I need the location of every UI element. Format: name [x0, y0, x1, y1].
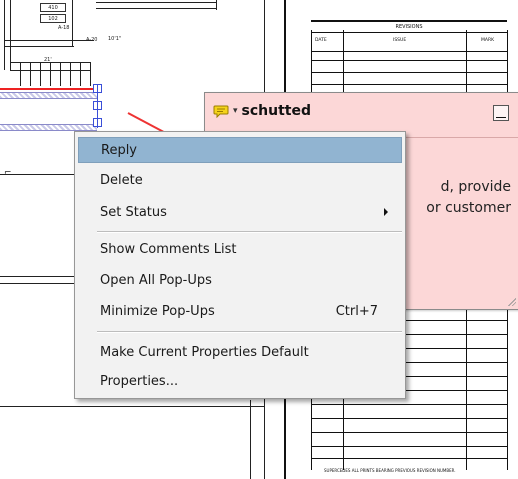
comment-leader-line [127, 112, 164, 133]
drawing-tag: 410 [40, 3, 66, 12]
drawing-label: A-18 [58, 25, 70, 31]
menu-item-label: Open All Pop-Ups [100, 272, 212, 288]
menu-item-set-status[interactable]: Set Status [78, 199, 402, 225]
revisions-header-date: DATE [315, 38, 327, 43]
menu-item-label: Make Current Properties Default [100, 344, 309, 360]
revisions-title: REVISIONS [311, 20, 507, 33]
menu-item-shortcut: Ctrl+7 [335, 303, 378, 319]
menu-item-label: Reply [101, 142, 138, 158]
menu-item-label: Delete [100, 172, 143, 188]
chevron-down-icon[interactable]: ▾ [233, 106, 238, 116]
resize-grip-icon[interactable] [508, 298, 516, 306]
minimize-popup-button[interactable] [493, 105, 509, 121]
menu-item-reply[interactable]: Reply [78, 137, 402, 163]
revisions-table: REVISIONS DATE ISSUE MARK [311, 20, 507, 52]
menu-separator [97, 331, 402, 333]
drawing-label: A-20 [86, 37, 98, 43]
drawing-mark: ⌐ [4, 168, 12, 178]
wall-hatch [0, 124, 97, 131]
wall-hatch [0, 92, 97, 99]
speech-bubble-icon[interactable] [213, 104, 229, 118]
menu-item-label: Show Comments List [100, 241, 237, 257]
menu-item-open-all-popups[interactable]: Open All Pop-Ups [78, 267, 402, 293]
revisions-footer: SUPERCEDES ALL PRINTS BEARING PREVIOUS R… [324, 468, 456, 473]
menu-item-label: Set Status [100, 204, 167, 220]
submenu-arrow-icon [384, 208, 388, 216]
pdf-viewer-canvas: 410 102 A-18 A-20 10'1" 21' ⌐ REVISIONS … [0, 0, 518, 479]
menu-item-make-default[interactable]: Make Current Properties Default [78, 339, 402, 365]
revisions-header-mark: MARK [481, 38, 495, 43]
menu-item-properties[interactable]: Properties... [78, 368, 402, 394]
revisions-header-issue: ISSUE [393, 38, 407, 43]
markup-redline[interactable] [0, 88, 97, 90]
menu-separator [97, 231, 402, 233]
menu-item-minimize-popups[interactable]: Minimize Pop-Ups Ctrl+7 [78, 298, 402, 324]
comment-popup-header: ▾ schutted [213, 103, 311, 119]
menu-item-label: Properties... [100, 373, 179, 389]
menu-item-delete[interactable]: Delete [78, 167, 402, 193]
context-menu: Reply Delete Set Status Show Comments Li… [74, 131, 406, 399]
drawing-label: 10'1" [108, 36, 122, 42]
comment-author: schutted [241, 103, 311, 119]
revisions-header-row: DATE ISSUE MARK [311, 33, 507, 52]
drawing-tag: 102 [40, 14, 66, 23]
menu-item-label: Minimize Pop-Ups [100, 303, 215, 319]
menu-item-show-comments-list[interactable]: Show Comments List [78, 236, 402, 262]
